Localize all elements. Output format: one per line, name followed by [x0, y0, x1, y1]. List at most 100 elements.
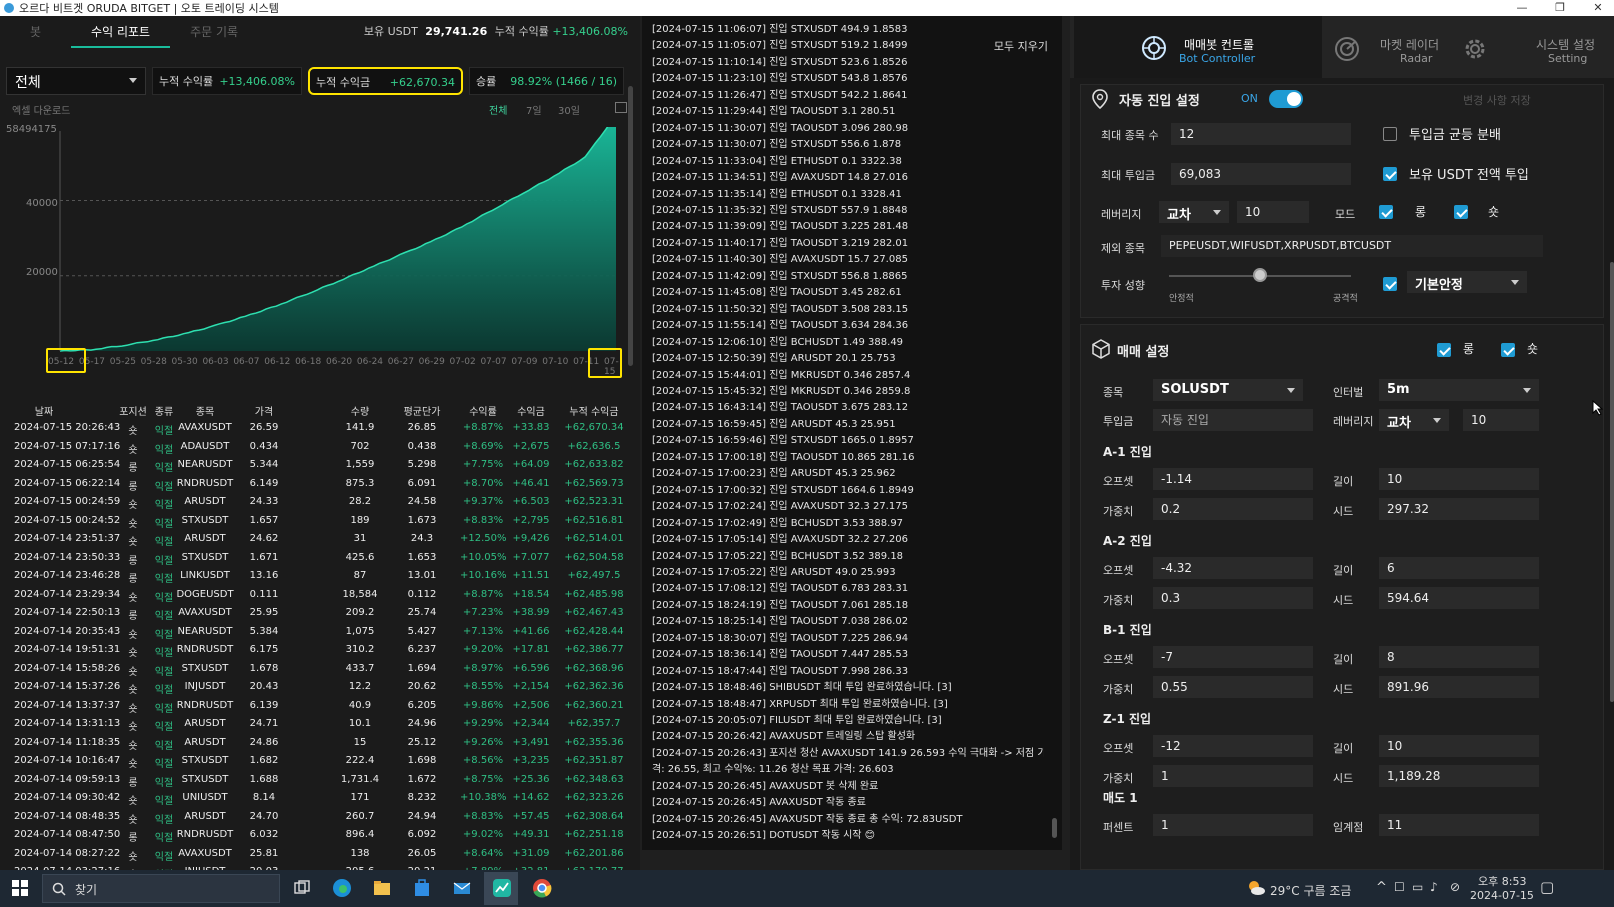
column-header[interactable]: 수익금	[508, 403, 554, 418]
range-all-button[interactable]: 전체	[489, 102, 507, 117]
max-invest-input[interactable]: 69,083	[1171, 163, 1351, 185]
weight-input[interactable]: 1	[1153, 765, 1313, 787]
preset-checkbox[interactable]	[1383, 277, 1397, 291]
calendar-icon[interactable]	[615, 102, 627, 113]
auto-entry-toggle[interactable]	[1269, 90, 1303, 108]
weather-text[interactable]: 29°C 구름 조금	[1270, 882, 1351, 899]
length-input[interactable]: 8	[1379, 646, 1539, 668]
length-input[interactable]: 6	[1379, 557, 1539, 579]
weight-input[interactable]: 0.55	[1153, 676, 1313, 698]
tab-profit-report[interactable]: 수익 리포트	[71, 16, 171, 48]
column-header[interactable]: 평균단가	[396, 403, 448, 418]
table-row[interactable]: 2024-07-14 23:50:33 롱 익절 STXUSDT 1.671 425.6 1…	[0, 552, 634, 571]
column-header[interactable]: 수량	[330, 403, 390, 418]
percent-input[interactable]: 1	[1153, 814, 1313, 836]
column-header[interactable]: 날짜	[14, 403, 74, 418]
column-header[interactable]: 누적 수익금	[560, 403, 628, 418]
mode-short-checkbox[interactable]	[1454, 205, 1468, 219]
table-row[interactable]: 2024-07-14 13:31:13 숏 익절 ARUSDT 24.71 10.1 24.…	[0, 718, 634, 737]
table-row[interactable]: 2024-07-15 00:24:59 숏 익절 ARUSDT 24.33 28.2 24.…	[0, 496, 634, 515]
tray-chevron-icon[interactable]: ^	[1376, 880, 1387, 895]
period-filter-select[interactable]: 전체	[6, 67, 146, 95]
trade-leverage-value-input[interactable]: 10	[1463, 409, 1539, 431]
mode-long-checkbox[interactable]	[1379, 205, 1393, 219]
mail-icon[interactable]	[452, 878, 472, 898]
seed-input[interactable]: 1,189.28	[1379, 765, 1539, 787]
maximize-button[interactable]: ❐	[1545, 0, 1575, 16]
volume-icon[interactable]: ♪	[1430, 880, 1438, 894]
exclude-input[interactable]: PEPEUSDT,WIFUSDT,XRPUSDT,BTCUSDT	[1161, 235, 1543, 257]
seed-input[interactable]: 297.32	[1379, 498, 1539, 520]
table-row[interactable]: 2024-07-14 15:37:26 숏 익절 INJUSDT 20.43 12.2 20…	[0, 681, 634, 700]
notification-center-icon[interactable]: ▢	[1540, 878, 1554, 896]
equal-split-checkbox[interactable]	[1383, 127, 1397, 141]
preset-select[interactable]: 기본안정	[1407, 271, 1527, 293]
seed-input[interactable]: 594.64	[1379, 587, 1539, 609]
nav-setting[interactable]: 시스템 설정 Setting	[1458, 16, 1614, 78]
trade-table-body[interactable]: 2024-07-15 20:26:43 숏 익절 AVAXUSDT 26.59 141.9…	[0, 422, 634, 882]
network-icon[interactable]: ☐	[1394, 880, 1405, 894]
offset-input[interactable]: -4.32	[1153, 557, 1313, 579]
leverage-value-input[interactable]: 10	[1237, 201, 1309, 223]
table-row[interactable]: 2024-07-14 19:51:31 숏 익절 RNDRUSDT 6.175 310.2…	[0, 644, 634, 663]
tendency-slider-thumb[interactable]	[1253, 268, 1267, 282]
interval-select[interactable]: 5m	[1379, 379, 1539, 401]
file-explorer-icon[interactable]	[372, 878, 392, 898]
column-header[interactable]: 포지션	[118, 403, 148, 418]
chart-scrollbar[interactable]	[628, 86, 633, 366]
edge-browser-icon[interactable]	[332, 878, 352, 898]
table-row[interactable]: 2024-07-14 13:37:37 숏 익절 RNDRUSDT 6.139 40.9 6…	[0, 700, 634, 719]
table-row[interactable]: 2024-07-14 23:51:37 숏 익절 ARUSDT 24.62 31 24.3 +…	[0, 533, 634, 552]
length-input[interactable]: 10	[1379, 735, 1539, 757]
column-header[interactable]: 가격	[244, 403, 284, 418]
invest-input[interactable]: 자동 진입	[1153, 409, 1313, 431]
clear-all-button[interactable]: 모두 지우기	[993, 38, 1048, 54]
save-changes-button[interactable]: 변경 사항 저장	[1463, 92, 1531, 108]
taskbar-search[interactable]: 찾기	[42, 874, 280, 903]
max-items-input[interactable]: 12	[1171, 123, 1351, 145]
range-30d-button[interactable]: 30일	[558, 102, 580, 117]
table-row[interactable]: 2024-07-14 10:16:47 숏 익절 STXUSDT 1.682 222.4 1…	[0, 755, 634, 774]
table-row[interactable]: 2024-07-14 08:47:50 롱 익절 RNDRUSDT 6.032 896.4…	[0, 829, 634, 848]
table-row[interactable]: 2024-07-15 06:25:54 롱 익절 NEARUSDT 5.344 1,559…	[0, 459, 634, 478]
table-row[interactable]: 2024-07-15 00:24:52 숏 익절 STXUSDT 1.657 189 1.6…	[0, 515, 634, 534]
all-usdt-checkbox[interactable]	[1383, 167, 1397, 181]
store-icon[interactable]	[412, 878, 432, 898]
tab-order-history[interactable]: 주문 기록	[170, 16, 258, 48]
nav-bot-controller[interactable]: 매매봇 컨트롤 Bot Controller	[1074, 16, 1322, 78]
notification-blocked-icon[interactable]: ⊘	[1450, 880, 1460, 894]
trade-short-checkbox[interactable]	[1501, 343, 1515, 357]
table-row[interactable]: 2024-07-14 23:46:28 롱 익절 LINKUSDT 13.16 87 13.…	[0, 570, 634, 589]
column-header[interactable]: 종목	[174, 403, 236, 418]
settings-scrollbar[interactable]	[1610, 262, 1614, 702]
table-row[interactable]: 2024-07-15 06:22:14 롱 익절 RNDRUSDT 6.149 875.3…	[0, 478, 634, 497]
trade-leverage-mode-select[interactable]: 교차	[1379, 409, 1449, 431]
threshold-input[interactable]: 11	[1379, 814, 1539, 836]
nav-radar[interactable]: 마켓 레이더 Radar	[1322, 16, 1458, 78]
weight-input[interactable]: 0.3	[1153, 587, 1313, 609]
leverage-mode-select[interactable]: 교차	[1159, 201, 1229, 223]
table-row[interactable]: 2024-07-14 11:18:35 숏 익절 ARUSDT 24.86 15 25.12…	[0, 737, 634, 756]
table-row[interactable]: 2024-07-14 20:35:43 숏 익절 NEARUSDT 5.384 1,075…	[0, 626, 634, 645]
seed-input[interactable]: 891.96	[1379, 676, 1539, 698]
chrome-icon[interactable]	[532, 878, 552, 898]
table-row[interactable]: 2024-07-14 08:48:35 숏 익절 ARUSDT 24.70 260.7 24…	[0, 811, 634, 830]
table-row[interactable]: 2024-07-14 23:29:34 숏 익절 DOGEUSDT 0.111 18,58…	[0, 589, 634, 608]
minimize-button[interactable]: —	[1507, 0, 1537, 16]
tab-bot[interactable]: 봇	[0, 16, 71, 48]
close-button[interactable]: ✕	[1583, 0, 1613, 16]
task-view-icon[interactable]	[292, 878, 312, 898]
clock-date[interactable]: 2024-07-15	[1470, 889, 1534, 902]
offset-input[interactable]: -12	[1153, 735, 1313, 757]
range-7d-button[interactable]: 7일	[526, 102, 542, 117]
symbol-select[interactable]: SOLUSDT	[1153, 379, 1303, 401]
table-row[interactable]: 2024-07-15 20:26:43 숏 익절 AVAXUSDT 26.59 141.9…	[0, 422, 634, 441]
clock-time[interactable]: 오후 8:53	[1478, 873, 1526, 889]
table-row[interactable]: 2024-07-14 09:30:42 숏 익절 UNIUSDT 8.14 171 8.23…	[0, 792, 634, 811]
offset-input[interactable]: -1.14	[1153, 468, 1313, 490]
table-row[interactable]: 2024-07-14 09:59:13 롱 익절 STXUSDT 1.688 1,731.…	[0, 774, 634, 793]
log-list[interactable]: [2024-07-15 11:06:07] 진입 STXUSDT 494.9 1…	[652, 22, 1044, 842]
offset-input[interactable]: -7	[1153, 646, 1313, 668]
display-icon[interactable]: ▭	[1412, 880, 1423, 894]
table-row[interactable]: 2024-07-14 22:50:13 롱 익절 AVAXUSDT 25.95 209.2…	[0, 607, 634, 626]
